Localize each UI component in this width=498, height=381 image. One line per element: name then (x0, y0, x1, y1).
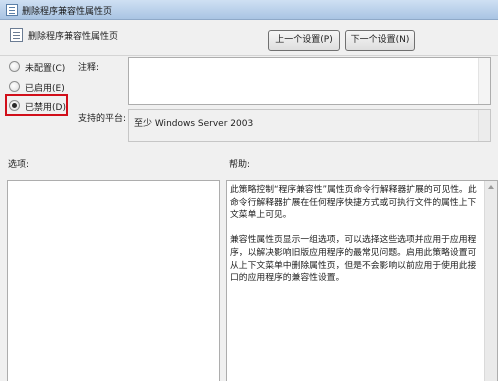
window-title: 删除程序兼容性属性页 (22, 7, 113, 17)
help-paragraph: 兼容性属性页显示一组选项，可以选择这些选项并应用于应用程序，以解决影响旧版应用程… (230, 235, 477, 284)
options-label: 选项: (8, 160, 30, 170)
title-bar: 删除程序兼容性属性页 (0, 0, 498, 20)
options-panel (7, 180, 220, 381)
radio-label: 未配置(C) (25, 64, 66, 74)
help-paragraph: 此策略控制“程序兼容性”属性页命令行解释器扩展的可见性。此命令行解释器扩展在任何… (230, 185, 477, 221)
supported-platform-value: 至少 Windows Server 2003 (134, 119, 254, 129)
comment-label: 注释: (78, 63, 100, 73)
next-setting-button[interactable]: 下一个设置(N) (345, 30, 415, 51)
platform-scrollbar[interactable] (478, 110, 490, 141)
help-panel: 此策略控制“程序兼容性”属性页命令行解释器扩展的可见性。此命令行解释器扩展在任何… (226, 180, 498, 381)
window-icon (6, 4, 18, 16)
radio-button[interactable] (9, 61, 20, 72)
comment-scrollbar[interactable] (478, 58, 490, 104)
policy-document-icon (10, 28, 23, 42)
supported-platform-field: 至少 Windows Server 2003 (128, 109, 491, 142)
scroll-up-arrow-icon[interactable] (488, 185, 494, 189)
radio-button[interactable] (9, 81, 20, 92)
help-scrollbar[interactable] (484, 181, 497, 381)
supported-platform-label: 支持的平台: (78, 114, 127, 124)
setting-header: 删除程序兼容性属性页 (0, 20, 498, 56)
red-highlight-box (5, 94, 68, 116)
radio-label: 已启用(E) (25, 84, 65, 94)
setting-name: 删除程序兼容性属性页 (28, 32, 119, 42)
help-label: 帮助: (229, 160, 251, 170)
help-text: 此策略控制“程序兼容性”属性页命令行解释器扩展的可见性。此命令行解释器扩展在任何… (230, 184, 483, 285)
comment-textarea[interactable] (128, 57, 491, 105)
previous-setting-button[interactable]: 上一个设置(P) (268, 30, 340, 51)
